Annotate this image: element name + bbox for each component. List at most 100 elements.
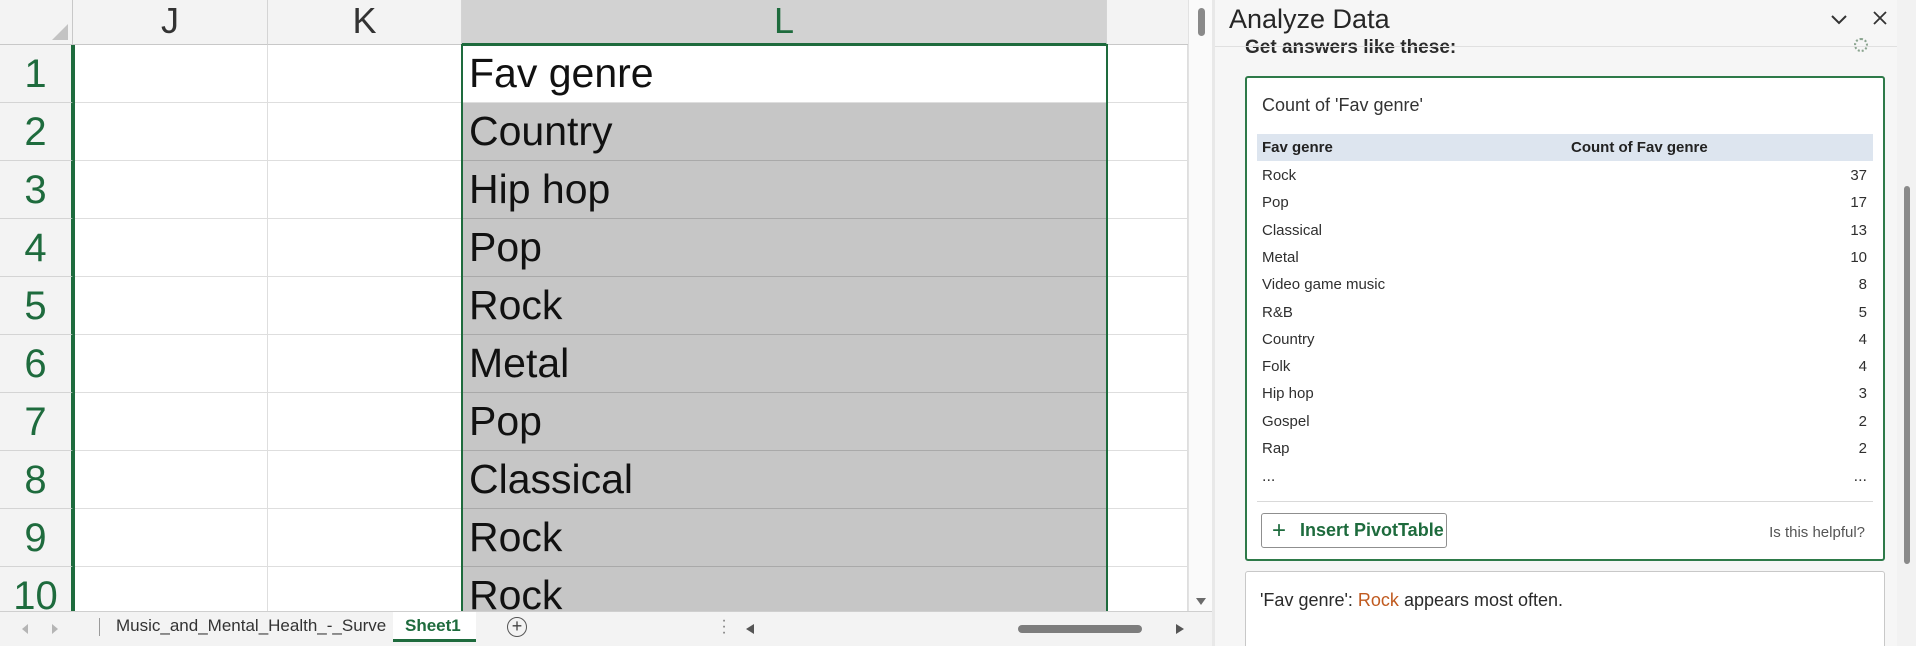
grid-cell[interactable] [268, 219, 462, 277]
vertical-scrollbar[interactable] [1188, 0, 1213, 611]
previous-sheet-arrow-icon[interactable] [22, 624, 28, 634]
grid-cell[interactable] [73, 509, 268, 567]
table-row: Pop 17 [1257, 189, 1873, 216]
sheet-tab-music-and-mental-health[interactable]: Music_and_Mental_Health_-_Surve [104, 612, 398, 642]
column-header-l[interactable]: L [462, 0, 1107, 45]
table-row: Country 4 [1257, 326, 1873, 353]
row-header[interactable]: 6 [0, 335, 73, 393]
column-l-cell[interactable]: Pop [462, 393, 1107, 451]
grid-cell[interactable] [1107, 161, 1188, 219]
insert-pivottable-button[interactable]: + Insert PivotTable [1261, 513, 1447, 548]
collapse-pane-chevron-icon[interactable] [1824, 4, 1854, 34]
select-all-corner[interactable] [0, 0, 73, 45]
row-header[interactable]: 8 [0, 451, 73, 509]
grid-cell[interactable] [1107, 451, 1188, 509]
grid-cell[interactable] [1107, 393, 1188, 451]
row-header[interactable]: 4 [0, 219, 73, 277]
insert-pivottable-label: Insert PivotTable [1300, 520, 1444, 540]
grid-cell[interactable] [268, 451, 462, 509]
add-sheet-icon[interactable]: + [507, 617, 527, 637]
column-l-cell[interactable]: Country [462, 103, 1107, 161]
tab-splitter-handle[interactable]: · · · [720, 613, 728, 641]
feedback-link[interactable]: Is this helpful? [1769, 524, 1865, 541]
column-l-cell[interactable]: Pop [462, 219, 1107, 277]
row-header[interactable]: 1 [0, 45, 73, 103]
column-l-header-cell[interactable]: Fav genre [462, 45, 1107, 103]
column-l-cell[interactable]: Hip hop [462, 161, 1107, 219]
column-l-cell[interactable]: Rock [462, 509, 1107, 567]
grid-cell[interactable] [1107, 45, 1188, 103]
column-header-k[interactable]: K [268, 0, 462, 45]
grid-cell[interactable] [73, 335, 268, 393]
grid-cell[interactable] [73, 103, 268, 161]
column-l-cell[interactable]: Rock [462, 567, 1107, 611]
count-result-card[interactable]: Count of 'Fav genre' Fav genre Count of … [1245, 76, 1885, 561]
grid-cell[interactable] [73, 451, 268, 509]
vertical-scroll-thumb[interactable] [1198, 8, 1205, 36]
analyze-data-pane: Analyze Data Get answers like these: Cou… [1215, 0, 1916, 646]
grid-cell[interactable] [1107, 567, 1188, 611]
plus-icon: + [1272, 517, 1287, 544]
grid-cell[interactable] [73, 277, 268, 335]
sheet-tab-sheet1[interactable]: Sheet1 [393, 612, 476, 642]
grid-cell[interactable] [1107, 509, 1188, 567]
grid-cell[interactable] [268, 509, 462, 567]
column-l-cell[interactable]: Metal [462, 335, 1107, 393]
row-header[interactable]: 9 [0, 509, 73, 567]
row-header[interactable]: 3 [0, 161, 73, 219]
insight-text: 'Fav genre': Rock appears most often. [1260, 590, 1563, 611]
count-cell: 13 [1850, 221, 1867, 239]
scroll-right-arrow-icon[interactable] [1176, 624, 1184, 634]
count-cell: 37 [1850, 167, 1867, 184]
sheet-tab-bar: Music_and_Mental_Health_-_Surve Sheet1 +… [0, 611, 1212, 646]
grid-cell[interactable] [73, 567, 268, 611]
genre-cell: Country [1262, 330, 1315, 348]
scroll-left-arrow-icon[interactable] [746, 624, 754, 634]
grid-cell[interactable] [268, 161, 462, 219]
grid-cell[interactable] [268, 567, 462, 611]
insight-prefix: 'Fav genre': [1260, 590, 1358, 610]
grid-cell[interactable] [1107, 219, 1188, 277]
row-header-selection-edge [73, 45, 75, 611]
column-header-j[interactable]: J [73, 0, 268, 45]
column-header-m[interactable] [1107, 0, 1188, 45]
genre-cell: Rock [1262, 167, 1297, 184]
scroll-down-arrow-icon[interactable] [1196, 598, 1206, 605]
grid-cell[interactable] [268, 277, 462, 335]
grid-cell[interactable] [268, 103, 462, 161]
grid-cell[interactable] [268, 335, 462, 393]
grid-cell[interactable] [73, 393, 268, 451]
grid-cell[interactable] [73, 219, 268, 277]
close-pane-icon[interactable] [1865, 4, 1895, 34]
grid-cell[interactable] [73, 161, 268, 219]
grid-cell[interactable] [73, 45, 268, 103]
count-cell: 10 [1850, 248, 1867, 266]
row-header[interactable]: 5 [0, 277, 73, 335]
horizontal-scroll-thumb[interactable] [1018, 625, 1142, 633]
pane-scrollbar[interactable] [1897, 0, 1916, 646]
grid-cell[interactable] [1107, 335, 1188, 393]
grid-cell[interactable] [268, 45, 462, 103]
row-header[interactable]: 10 [0, 567, 73, 611]
grid-cell[interactable] [268, 393, 462, 451]
genre-cell: Gospel [1262, 412, 1310, 430]
pane-scroll-thumb[interactable] [1904, 186, 1910, 564]
table-header: Fav genre Count of Fav genre [1257, 134, 1873, 161]
table-row: Metal 10 [1257, 244, 1873, 271]
insight-card[interactable]: 'Fav genre': Rock appears most often. [1245, 571, 1885, 646]
table-row: Classical 13 [1257, 217, 1873, 244]
spreadsheet-grid[interactable]: J K L 1 Fav genre 2 Country 3 Hip hop 4 Pop 5 Roc… [0, 0, 1188, 611]
row-header[interactable]: 7 [0, 393, 73, 451]
table-row: Hip hop 3 [1257, 380, 1873, 407]
column-l-cell[interactable]: Classical [462, 451, 1107, 509]
grid-cell[interactable] [1107, 103, 1188, 161]
pane-title: Analyze Data [1229, 4, 1390, 34]
genre-cell: Classical [1262, 221, 1323, 239]
table-row: Video game music 8 [1257, 271, 1873, 298]
row-header[interactable]: 2 [0, 103, 73, 161]
settings-gear-icon[interactable] [1854, 38, 1868, 52]
column-l-cell[interactable]: Rock [462, 277, 1107, 335]
grid-cell[interactable] [1107, 277, 1188, 335]
count-cell: 2 [1858, 412, 1867, 430]
next-sheet-arrow-icon[interactable] [52, 624, 58, 634]
